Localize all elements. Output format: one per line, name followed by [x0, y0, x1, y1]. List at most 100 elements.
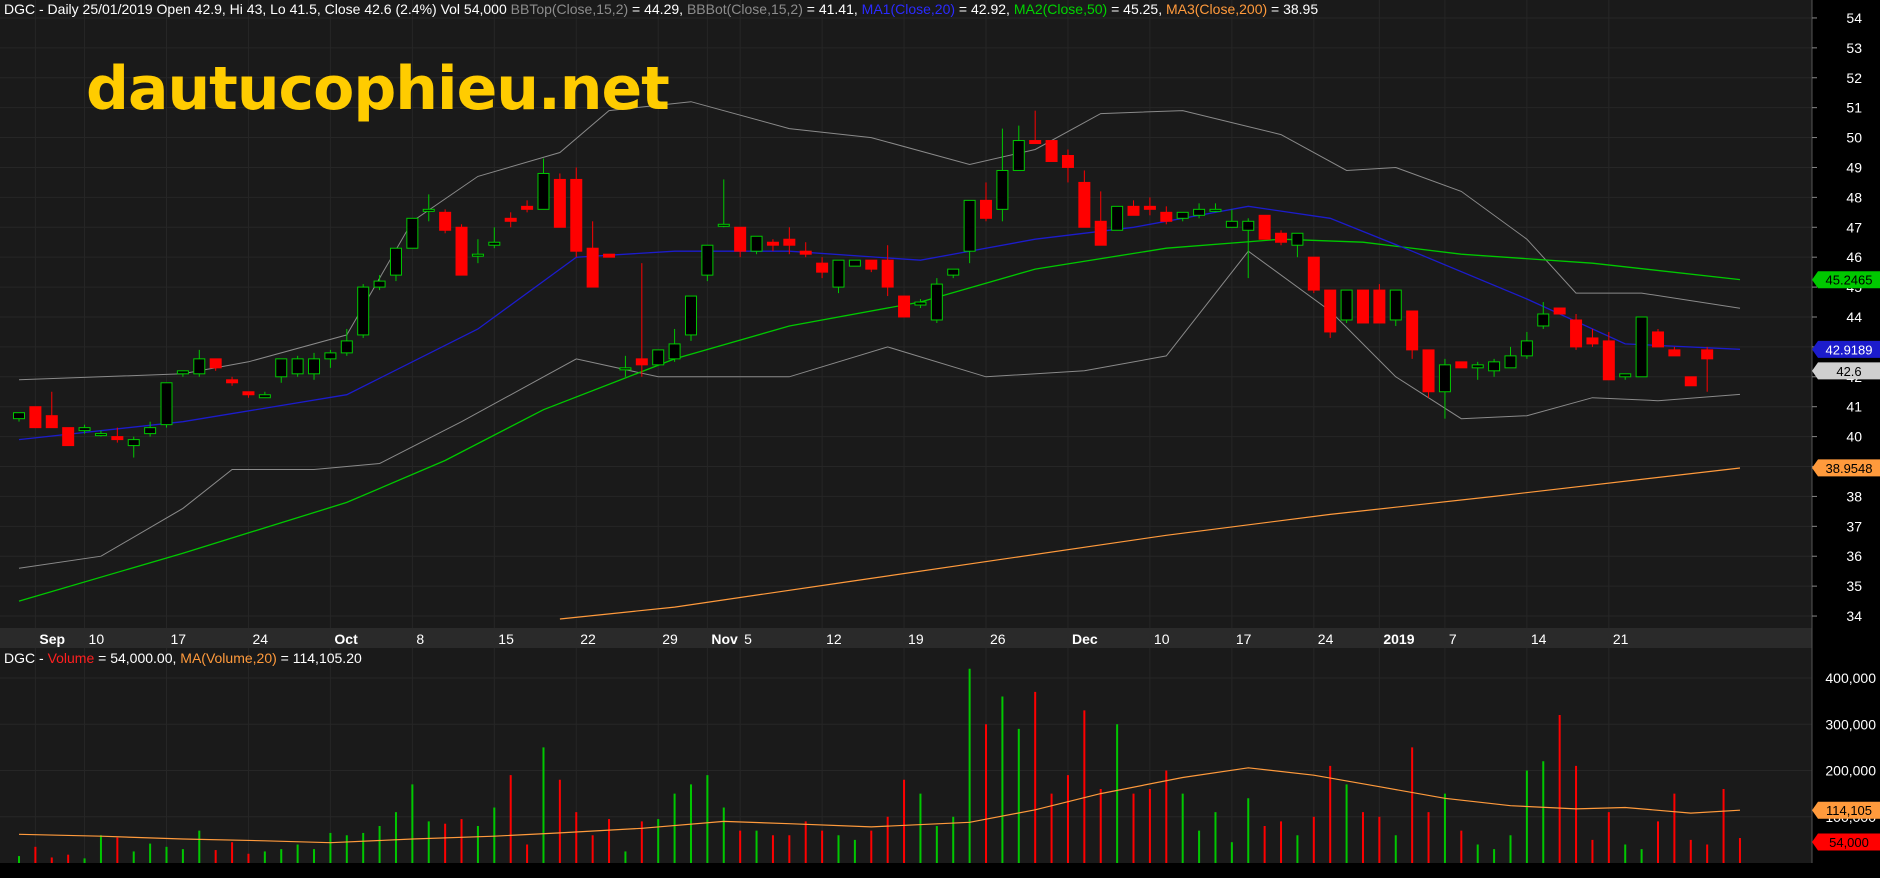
date-tick-label: 24 [252, 631, 268, 647]
candle-down [865, 259, 878, 270]
candle-up [537, 172, 550, 210]
candle-down [242, 391, 255, 396]
candle-down [1061, 155, 1074, 168]
candle-down [1553, 307, 1566, 315]
candle-up [914, 301, 927, 306]
candle-up [1389, 289, 1402, 321]
date-tick-label: 21 [1613, 631, 1629, 647]
candle-up [78, 427, 91, 432]
price-tick-label: 49 [1846, 159, 1862, 175]
volume-tick-label: 300,000 [1825, 716, 1876, 732]
candle-up [996, 169, 1009, 210]
candle-down [553, 178, 566, 228]
candle-down [1307, 256, 1320, 291]
watermark-logo: dautucophieu.net [86, 54, 670, 124]
title-prefix: DGC - Daily 25/01/2019 Open 42.9, Hi 43,… [4, 1, 507, 17]
bbtop-label: BBTop(Close,15,2) [510, 1, 629, 17]
date-tick-label: Sep [39, 631, 65, 647]
candle-down [1094, 220, 1107, 246]
price-tick-label: 36 [1846, 548, 1862, 564]
candle-up [1242, 220, 1255, 231]
candle-up [160, 382, 173, 426]
candle-up [947, 268, 960, 276]
candle-down [1373, 289, 1386, 324]
volume-tick-label: 200,000 [1825, 763, 1876, 779]
candle-up [422, 208, 435, 212]
date-tick-label: 10 [89, 631, 105, 647]
date-tick-label: 17 [171, 631, 187, 647]
ma1-label: MA1(Close,20) [861, 1, 956, 17]
candle-up [1438, 364, 1451, 393]
price-tick-label: 41 [1846, 399, 1862, 415]
candle-down [1668, 349, 1681, 357]
volume-title: DGC - Volume = 54,000.00, MA(Volume,20) … [4, 650, 362, 667]
ma2-value: = 45.25, [1107, 1, 1166, 17]
candle-up [684, 295, 697, 336]
bbtop-value: = 44.29, [628, 1, 687, 17]
candle-up [1193, 208, 1206, 216]
volume-panel [0, 648, 1812, 863]
candle-down [1356, 289, 1369, 324]
candle-up [1471, 364, 1484, 369]
candle-down [1684, 376, 1697, 387]
date-tick-label: 10 [1154, 631, 1170, 647]
candle-up [1111, 205, 1124, 231]
candle-down [111, 436, 124, 441]
volume-prefix: DGC - [4, 650, 48, 666]
price-tick-label: 54 [1846, 10, 1862, 26]
candle-down [1160, 211, 1173, 222]
price-tick-label: 46 [1846, 249, 1862, 265]
volume-badge-label: 54,000 [1829, 835, 1869, 850]
date-tick-label: 17 [1236, 631, 1252, 647]
candle-up [193, 358, 206, 375]
candle-up [652, 349, 665, 366]
candle-up [275, 358, 288, 378]
volume-tick-label: 400,000 [1825, 670, 1876, 686]
candle-down [980, 199, 993, 219]
candle-down [1652, 331, 1664, 348]
price-tick-label: 50 [1846, 130, 1862, 146]
date-tick-label: 7 [1449, 631, 1457, 647]
candle-down [586, 247, 599, 288]
candle-down [1029, 140, 1042, 145]
ma2-label: MA2(Close,50) [1013, 1, 1108, 17]
price-tick-label: 51 [1846, 100, 1862, 116]
volume-ma-label: MA(Volume,20) [180, 650, 277, 666]
candle-down [45, 415, 58, 429]
candle-up [406, 217, 419, 249]
date-tick-label: 29 [662, 631, 678, 647]
candle-up [930, 283, 943, 321]
date-tick-label: Oct [334, 631, 358, 647]
candle-up [1291, 232, 1304, 246]
candle-up [963, 199, 976, 252]
candle-up [750, 235, 763, 252]
candle-up [1488, 361, 1501, 372]
candle-down [1586, 337, 1599, 345]
chart-title: DGC - Daily 25/01/2019 Open 42.9, Hi 43,… [4, 1, 1318, 18]
stock-chart: 3435363738394041424344454647484950515253… [0, 0, 1880, 863]
volume-badge-label: 114,105 [1826, 803, 1872, 818]
price-badge-label: 45.2465 [1826, 273, 1873, 288]
bbbot-label: BBBot(Close,15,2) [686, 1, 803, 17]
candle-up [324, 352, 337, 360]
candle-down [766, 241, 779, 246]
price-tick-label: 44 [1846, 309, 1862, 325]
candle-down [1258, 214, 1271, 240]
candle-down [439, 211, 452, 231]
candle-down [1570, 319, 1583, 348]
candle-down [226, 379, 239, 384]
price-badge-label: 42.9189 [1826, 342, 1873, 357]
price-badge-label: 38.9548 [1826, 461, 1873, 476]
candle-up [291, 358, 304, 375]
candle-up [144, 427, 157, 435]
date-tick-label: 5 [744, 631, 752, 647]
candle-up [308, 358, 321, 375]
date-tick-label: 24 [1318, 631, 1334, 647]
candle-up [1537, 313, 1550, 327]
price-tick-label: 48 [1846, 189, 1862, 205]
date-tick-label: 15 [498, 631, 514, 647]
candle-down [62, 427, 75, 447]
candle-up [389, 247, 402, 276]
candle-up [1520, 340, 1533, 357]
candle-down [29, 406, 42, 429]
